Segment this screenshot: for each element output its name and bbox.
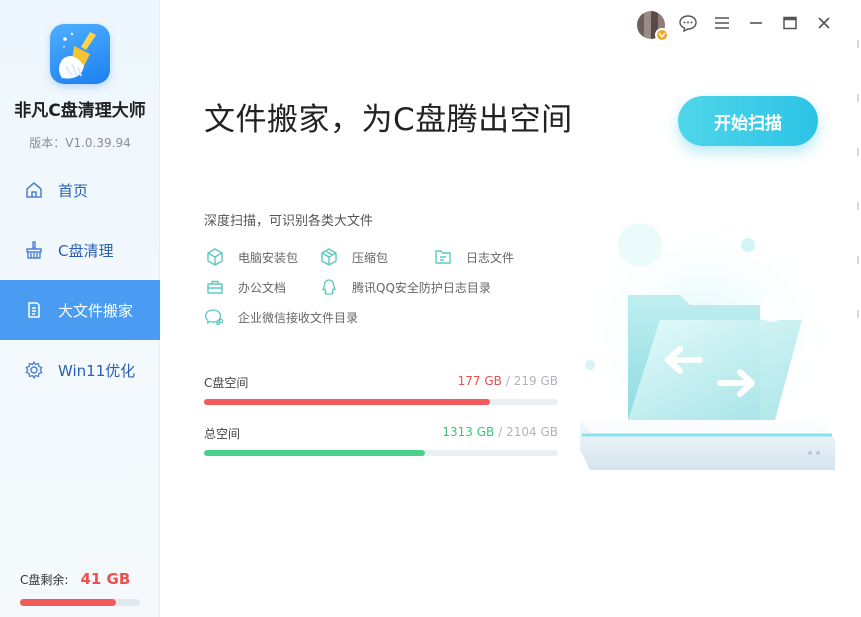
file-move-illustration	[570, 215, 840, 505]
vip-badge-icon	[655, 28, 669, 42]
c-disk-total: / 219 GB	[505, 374, 558, 388]
file-type-item: 压缩包	[318, 246, 388, 268]
scan-description: 深度扫描，可识别各类大文件	[204, 214, 374, 229]
scroll-tick	[857, 148, 859, 156]
file-type-label: 电脑安装包	[238, 250, 299, 265]
close-icon	[816, 15, 832, 35]
menu-icon	[713, 15, 731, 35]
wecom-icon	[204, 306, 226, 328]
broom-icon	[24, 240, 44, 260]
sidebar-item-label: C盘清理	[58, 241, 114, 260]
minimize-icon	[748, 15, 764, 35]
file-type-label: 办公文档	[238, 280, 287, 295]
sidebar: 非凡C盘清理大师 版本：V1.0.39.94 首页 C盘清理 大文件搬家 Win…	[0, 0, 160, 617]
total-disk-usage-bar-fill	[204, 450, 425, 456]
disk-remaining: C盘剩余: 41 GB	[20, 570, 130, 588]
sidebar-item-home[interactable]: 首页	[0, 160, 160, 220]
scroll-tick	[857, 256, 859, 264]
c-disk-usage: C盘空间 177 GB / 219 GB	[204, 374, 558, 405]
sidebar-item-win11-optimize[interactable]: Win11优化	[0, 340, 160, 400]
sidebar-item-label: 首页	[58, 181, 89, 200]
file-type-item: 腾讯QQ安全防护日志目录	[318, 276, 491, 298]
scroll-track	[857, 40, 861, 364]
qq-icon	[318, 276, 340, 298]
maximize-button[interactable]	[773, 10, 807, 40]
sidebar-nav: 首页 C盘清理 大文件搬家 Win11优化	[0, 160, 160, 400]
c-disk-usage-label: C盘空间	[204, 376, 249, 390]
disk-remaining-label: C盘剩余:	[20, 573, 69, 587]
c-disk-usage-bar	[204, 399, 558, 405]
app-version: 版本：V1.0.39.94	[29, 136, 131, 150]
gear-icon	[24, 360, 44, 380]
close-button[interactable]	[807, 10, 841, 40]
page-title: 文件搬家，为C盘腾出空间	[204, 102, 573, 138]
package-icon	[204, 246, 226, 268]
file-type-item: 企业微信接收文件目录	[204, 306, 358, 328]
total-disk-usage: 总空间 1313 GB / 2104 GB	[204, 425, 558, 456]
log-file-icon	[432, 246, 454, 268]
archive-icon	[318, 246, 340, 268]
file-type-item: 电脑安装包	[204, 246, 298, 268]
disk-remaining-value: 41 GB	[80, 570, 131, 588]
maximize-icon	[782, 15, 798, 35]
total-disk-total: / 2104 GB	[498, 425, 558, 439]
c-disk-used: 177 GB	[457, 374, 502, 388]
file-type-label: 企业微信接收文件目录	[238, 310, 359, 325]
file-type-item: 办公文档	[204, 276, 286, 298]
avatar[interactable]	[637, 11, 669, 42]
chat-icon	[678, 13, 698, 37]
total-disk-used: 1313 GB	[442, 425, 495, 439]
total-disk-usage-label: 总空间	[204, 427, 241, 441]
home-icon	[24, 180, 44, 200]
start-scan-button[interactable]: 开始扫描	[678, 96, 818, 146]
c-disk-usage-bar-fill	[204, 399, 491, 405]
scroll-tick	[857, 94, 859, 102]
scroll-tick	[857, 202, 859, 210]
briefcase-icon	[204, 276, 226, 298]
disk-remaining-bar-fill	[20, 599, 116, 606]
minimize-button[interactable]	[739, 10, 773, 40]
app-name: 非凡C盘清理大师	[14, 101, 146, 121]
title-bar	[637, 10, 841, 42]
disk-remaining-bar	[20, 599, 140, 606]
app-window: 非凡C盘清理大师 版本：V1.0.39.94 首页 C盘清理 大文件搬家 Win…	[0, 0, 861, 617]
total-disk-usage-bar	[204, 450, 558, 456]
sidebar-item-large-file-move[interactable]: 大文件搬家	[0, 280, 160, 340]
chat-button[interactable]	[671, 10, 705, 40]
sidebar-item-label: 大文件搬家	[58, 301, 134, 320]
sidebar-item-label: Win11优化	[58, 361, 136, 380]
file-type-label: 日志文件	[466, 250, 515, 265]
sidebar-item-c-clean[interactable]: C盘清理	[0, 220, 160, 280]
document-icon	[24, 300, 44, 320]
scroll-tick	[857, 310, 859, 318]
app-logo	[50, 24, 110, 84]
file-type-item: 日志文件	[432, 246, 514, 268]
scroll-tick	[857, 40, 859, 48]
menu-button[interactable]	[705, 10, 739, 40]
file-type-label: 腾讯QQ安全防护日志目录	[352, 280, 491, 295]
file-type-label: 压缩包	[352, 250, 389, 265]
